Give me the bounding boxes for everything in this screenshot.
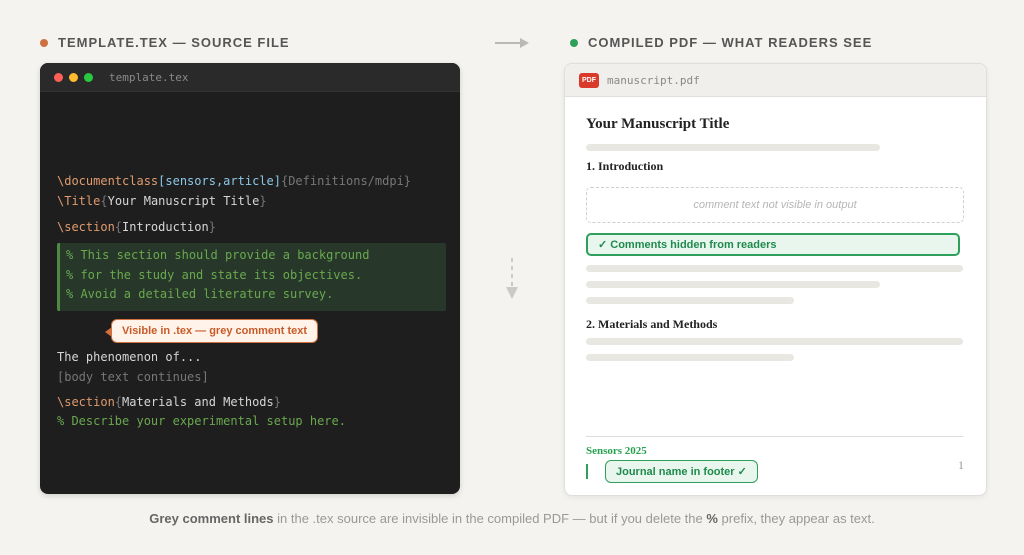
page-number: 1 [958,458,964,472]
maximize-window-icon[interactable] [84,72,93,82]
comment-line: % for the study and state its objectives… [66,268,363,282]
body-continues-line: [body text continues] [57,370,209,384]
text-placeholder-bar [586,281,880,288]
text-placeholder-bar [586,144,880,151]
text-placeholder-bar [586,354,794,361]
comment-block: % This section should provide a backgrou… [57,243,446,311]
pdf-file-icon: PDF [579,72,599,88]
editor-code[interactable]: \documentclass[sensors,article]{Definiti… [40,91,460,494]
text-placeholder-bar [586,338,963,345]
pdf-section-introduction: 1. Introduction [586,159,664,173]
editor-titlebar: template.tex [40,63,460,92]
compiled-dot-icon [570,38,578,47]
body-text-line: The phenomenon of... [57,350,202,364]
explanation-caption: Grey comment lines in the .tex source ar… [149,511,875,526]
right-arrow-icon [495,38,529,48]
methods-comment-line: % Describe your experimental setup here. [57,414,346,428]
section-methods-line: \section{Materials and Methods} [57,395,281,409]
visible-in-tex-callout: Visible in .tex — grey comment text [104,319,319,343]
documentclass-line: \documentclass[sensors,article]{Definiti… [57,174,412,188]
down-arrow-icon [506,258,518,299]
footer-marker [586,464,588,479]
source-dot-icon [40,38,48,47]
footer-divider [586,436,963,437]
source-file-label: TEMPLATE.TEX — SOURCE FILE [58,35,290,50]
source-file-header: TEMPLATE.TEX — SOURCE FILE [40,35,290,50]
comments-hidden-badge: ✓ Comments hidden from readers [586,233,960,256]
tex-editor-window: template.tex \documentclass[sensors,arti… [40,63,460,494]
hidden-comment-placeholder: comment text not visible in output [586,187,964,223]
text-placeholder-bar [586,297,794,304]
pdf-section-methods: 2. Materials and Methods [586,317,718,331]
text-placeholder-bar [586,265,963,272]
journal-footer-badge: Journal name in footer ✓ [605,460,758,483]
minimize-window-icon[interactable] [69,72,78,82]
title-line: \Title{Your Manuscript Title} [57,194,267,208]
comment-line: % This section should provide a backgrou… [66,248,370,262]
pdf-title: Your Manuscript Title [586,116,730,132]
pdf-viewer-window: PDF manuscript.pdf Your Manuscript Title… [564,63,987,496]
pdf-titlebar: PDF manuscript.pdf [565,64,986,97]
comment-line: % Avoid a detailed literature survey. [66,287,334,301]
section-intro-line: \section{Introduction} [57,220,216,234]
compiled-pdf-label: COMPILED PDF — WHAT READERS SEE [588,35,873,50]
journal-name-footer: Sensors 2025 [586,445,647,457]
pdf-filename: manuscript.pdf [607,73,700,87]
editor-filename: template.tex [109,70,189,84]
compiled-pdf-header: COMPILED PDF — WHAT READERS SEE [570,35,872,50]
close-window-icon[interactable] [54,72,63,82]
